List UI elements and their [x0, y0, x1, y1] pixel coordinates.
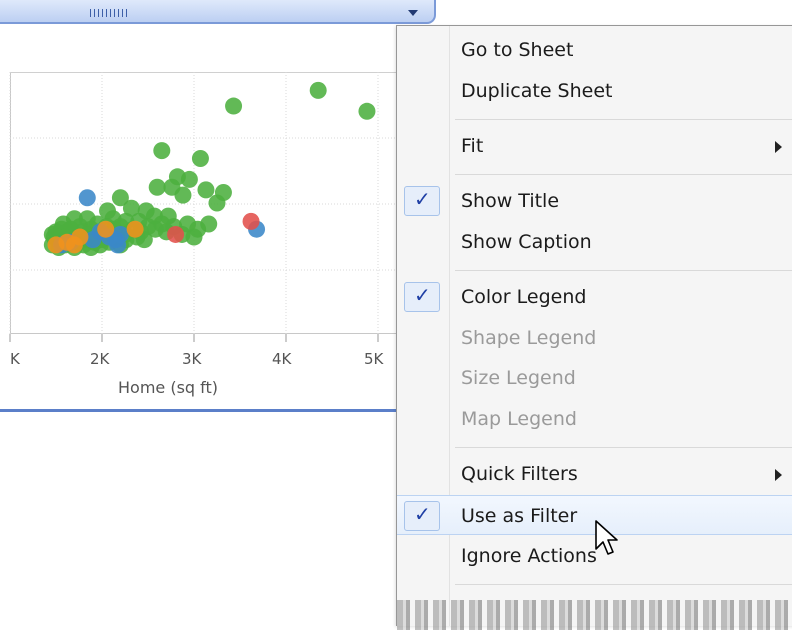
menu-separator — [455, 584, 792, 585]
plot-grid — [9, 72, 400, 342]
x-tick-label: 2K — [90, 350, 110, 368]
checkmark-box: ✓ — [404, 282, 440, 312]
submenu-arrow-icon — [775, 469, 782, 481]
menu-item-label: Go to Sheet — [461, 39, 574, 61]
x-tick-label: 5K — [364, 350, 384, 368]
menu-item-duplicate-sheet[interactable]: Duplicate Sheet — [397, 71, 792, 111]
scatter-point-orange[interactable] — [47, 236, 65, 254]
menu-item-size-legend[interactable]: Size Legend — [397, 358, 792, 398]
menu-item-label: Use as Filter — [461, 505, 578, 527]
menu-item-map-legend[interactable]: Map Legend — [397, 399, 792, 439]
menu-item-label: Map Legend — [461, 408, 577, 430]
scatter-point-green[interactable] — [153, 142, 171, 160]
menu-item-go-to-sheet[interactable]: Go to Sheet — [397, 30, 792, 70]
x-tick-label: 4K — [272, 350, 292, 368]
check-icon: ✓ — [414, 187, 431, 211]
submenu-arrow-icon — [775, 141, 782, 153]
menu-item-label: Shape Legend — [461, 327, 597, 349]
menu-item-label: Show Caption — [461, 231, 592, 253]
menu-separator — [455, 174, 792, 175]
plot-points — [43, 81, 376, 257]
menu-item-label: Ignore Actions — [461, 545, 597, 567]
menu-separator — [455, 447, 792, 448]
checkmark-box: ✓ — [404, 501, 440, 531]
scatter-point-green[interactable] — [208, 194, 226, 212]
scatter-point-red[interactable] — [167, 225, 185, 243]
scatter-point-blue[interactable] — [78, 189, 96, 207]
worksheet-menu-dropdown-icon[interactable] — [408, 10, 418, 16]
scatter-point-blue[interactable] — [109, 236, 127, 254]
menu-separator — [455, 119, 792, 120]
menu-item-quick-filters[interactable]: Quick Filters — [397, 454, 792, 494]
menu-item-label: Size Legend — [461, 367, 576, 389]
menu-item-label: Color Legend — [461, 286, 587, 308]
menu-item-shape-legend[interactable]: Shape Legend — [397, 318, 792, 358]
menu-item-show-title[interactable]: ✓ Show Title — [397, 181, 792, 221]
scatter-point-red[interactable] — [242, 212, 260, 230]
x-tick-label: K — [10, 350, 20, 368]
menu-item-show-caption[interactable]: Show Caption — [397, 222, 792, 262]
scatter-point-green[interactable] — [191, 149, 209, 167]
checkmark-box: ✓ — [404, 186, 440, 216]
menu-item-label: Duplicate Sheet — [461, 80, 613, 102]
scatter-point-orange[interactable] — [97, 220, 115, 238]
scatter-point-green[interactable] — [180, 170, 198, 188]
menu-item-label: Fit — [461, 135, 484, 157]
scatter-point-orange[interactable] — [65, 236, 83, 254]
menu-item-label: Quick Filters — [461, 463, 578, 485]
menu-item-label: Show Title — [461, 190, 560, 212]
menu-item-color-legend[interactable]: ✓ Color Legend — [397, 277, 792, 317]
scatter-point-green[interactable] — [358, 102, 376, 120]
x-axis-title: Home (sq ft) — [118, 378, 219, 397]
scatter-point-green[interactable] — [174, 186, 192, 204]
worksheet-panel: K 2K 3K 4K 5K Home (sq ft) — [0, 0, 436, 412]
scatter-point-green[interactable] — [197, 181, 215, 199]
scatter-point-green[interactable] — [148, 178, 166, 196]
pointer-arrow-icon — [595, 520, 618, 555]
scatter-point-green[interactable] — [225, 97, 243, 115]
check-icon: ✓ — [414, 283, 431, 307]
scatter-point-orange[interactable] — [126, 220, 144, 238]
scatter-point-green[interactable] — [185, 228, 203, 246]
menu-item-fit[interactable]: Fit — [397, 126, 792, 166]
x-tick-label: 3K — [182, 350, 202, 368]
check-icon: ✓ — [414, 502, 431, 526]
scatter-point-green[interactable] — [309, 81, 327, 99]
menu-separator — [455, 270, 792, 271]
